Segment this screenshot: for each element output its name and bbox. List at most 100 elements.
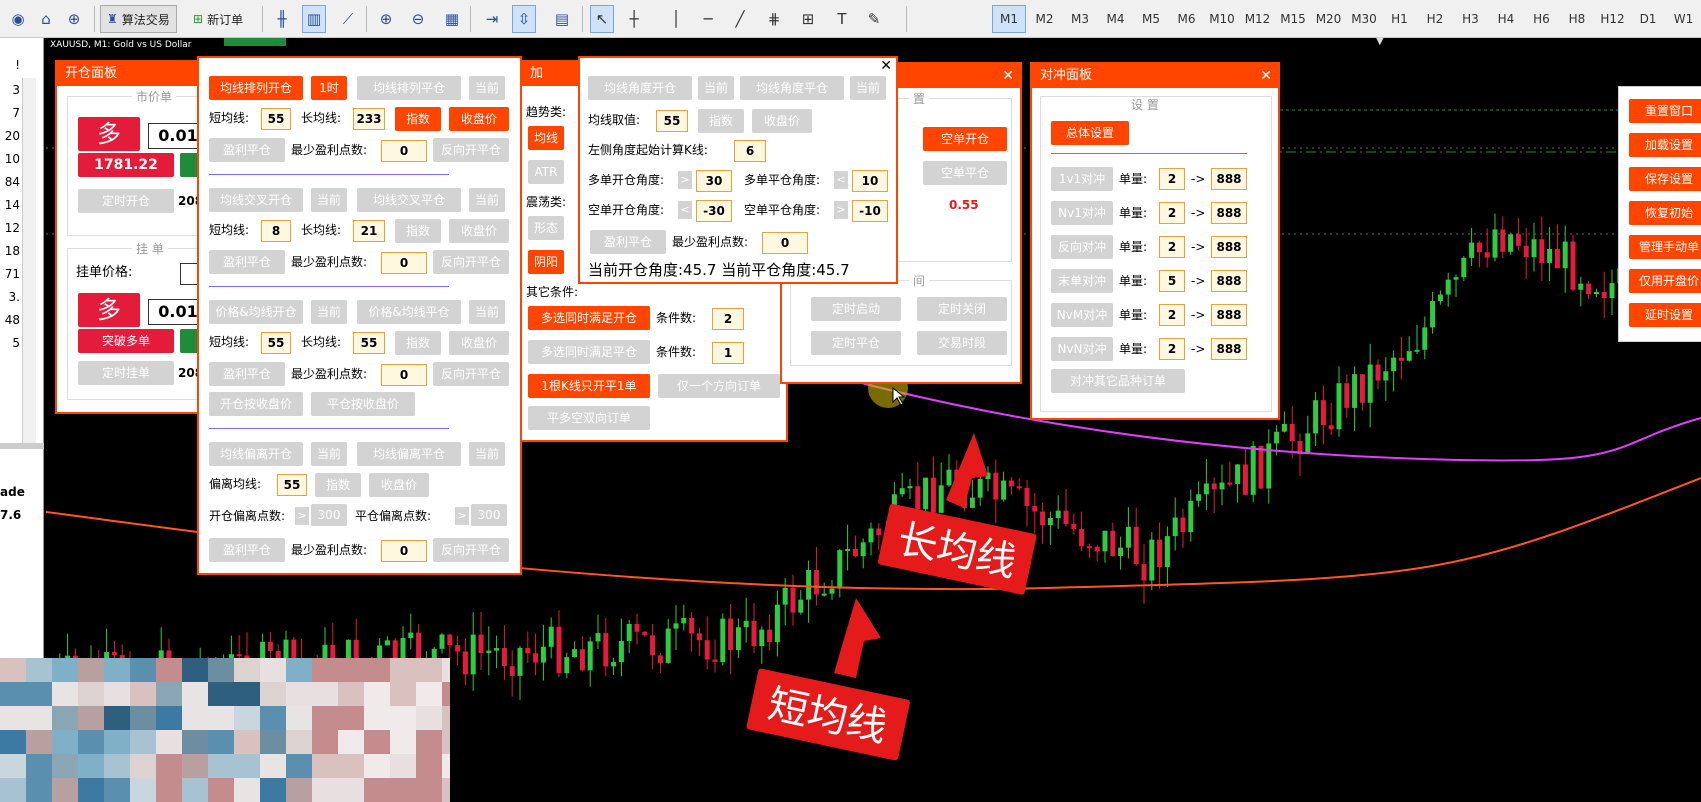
timeframe-m30[interactable]: M30 [1347, 5, 1381, 33]
profit-close-button[interactable]: 盈利平仓 [209, 362, 285, 386]
market-watch-item[interactable]: 12 [0, 221, 22, 242]
close-icon[interactable]: ✕ [1260, 64, 1272, 88]
hedge-type-button[interactable]: NvM对冲 [1051, 303, 1113, 327]
atr-filter-button[interactable]: ATR [528, 160, 564, 184]
ma-method-button[interactable]: 指数 [698, 109, 744, 133]
timeframe-m15[interactable]: M15 [1276, 5, 1310, 33]
long-open-angle-input[interactable]: 30 [696, 170, 732, 192]
price-ma-close-button[interactable]: 价格&均线平仓 [357, 300, 461, 324]
long-ma-input[interactable]: 21 [353, 220, 385, 242]
right-tool-button[interactable]: 加载设置 [1629, 133, 1701, 157]
market-watch-item[interactable]: 3. [0, 290, 22, 311]
open-deviation-input[interactable]: 300 [311, 504, 347, 526]
hedge-lot-input[interactable]: 2 [1159, 168, 1185, 190]
timeframe-m3[interactable]: M3 [1063, 5, 1097, 33]
chart-shift-icon[interactable]: ⇥ [480, 5, 504, 33]
price-type-button[interactable]: 收盘价 [752, 109, 812, 133]
hedge-max-input[interactable]: 888 [1211, 168, 1247, 190]
hedge-lot-input[interactable]: 2 [1159, 236, 1185, 258]
market-watch-item[interactable]: 20 [0, 129, 22, 150]
one-bar-one-order-button[interactable]: 1根K线只开平1单 [528, 374, 650, 398]
price-type-button[interactable]: 收盘价 [449, 219, 509, 243]
long-close-angle-input[interactable]: 10 [852, 170, 888, 192]
close-deviation-input[interactable]: 300 [471, 504, 507, 526]
market-watch-item[interactable]: ! [0, 58, 22, 79]
timeframe-m10[interactable]: M10 [1205, 5, 1239, 33]
short-ma-input[interactable]: 8 [261, 220, 291, 242]
hedge-max-input[interactable]: 888 [1211, 202, 1247, 224]
market-watch-item[interactable]: 7.6 [0, 508, 22, 529]
right-tool-button[interactable]: 仅用开盘价 [1629, 269, 1701, 293]
hedge-lot-input[interactable]: 2 [1159, 304, 1185, 326]
zoom-out-icon[interactable]: ⊖ [406, 5, 430, 33]
market-watch-item[interactable]: 3 [0, 83, 22, 104]
ma-cross-close-button[interactable]: 均线交叉平仓 [357, 188, 461, 212]
multi-select-open-button[interactable]: 多选同时满足开仓 [528, 306, 650, 330]
market-watch-item[interactable]: 48 [0, 313, 22, 334]
timed-start-button[interactable]: 定时启动 [811, 297, 901, 321]
hedge-lot-input[interactable]: 2 [1159, 338, 1185, 360]
decrement-icon[interactable]: > [678, 171, 692, 189]
overall-settings-button[interactable]: 总体设置 [1051, 121, 1129, 145]
min-profit-input[interactable]: 0 [381, 252, 427, 274]
timeframe-h8[interactable]: H8 [1560, 5, 1594, 33]
right-tool-button[interactable]: 保存设置 [1629, 167, 1701, 191]
profit-close-button[interactable]: 盈利平仓 [590, 230, 666, 254]
ma-method-button[interactable]: 指数 [395, 331, 441, 355]
current-button[interactable]: 当前 [850, 76, 886, 100]
market-watch-item[interactable]: 14 [0, 198, 22, 219]
short-close-button[interactable]: 空单平仓 [923, 161, 1007, 185]
ma-align-open-button[interactable]: 均线排列开仓 [209, 76, 303, 100]
text-icon[interactable]: T [830, 5, 854, 33]
reverse-button[interactable]: 反向开平仓 [433, 538, 509, 562]
candlestick-icon[interactable]: ▥ [302, 5, 326, 33]
timeframe-m20[interactable]: M20 [1312, 5, 1346, 33]
market-watch-item[interactable]: 18 [0, 244, 22, 265]
market-watch-item[interactable]: 71 [0, 267, 22, 288]
decrement-icon[interactable]: > [455, 507, 469, 525]
chart-icon[interactable]: ◉ [6, 5, 30, 33]
angle-close-button[interactable]: 均线角度平仓 [740, 76, 844, 100]
timeframe-m4[interactable]: M4 [1099, 5, 1133, 33]
price-type-button[interactable]: 收盘价 [449, 107, 509, 131]
shapes-icon[interactable]: ✎ [862, 5, 886, 33]
hedge-type-button[interactable]: 1v1对冲 [1051, 167, 1113, 191]
open-condition-count-input[interactable]: 2 [712, 308, 744, 330]
profit-close-button[interactable]: 盈利平仓 [209, 138, 285, 162]
market-watch-item[interactable]: 84 [0, 175, 22, 196]
hedge-type-button[interactable]: 反向对冲 [1051, 235, 1113, 259]
hedge-type-button[interactable]: Nv1对冲 [1051, 201, 1113, 225]
timed-stop-button[interactable]: 定时关闭 [917, 297, 1007, 321]
pending-buy-button[interactable]: 多 [78, 293, 140, 327]
current-button[interactable]: 当前 [698, 76, 734, 100]
tile-windows-icon[interactable]: ▦ [440, 5, 464, 33]
current-button[interactable]: 当前 [469, 76, 505, 100]
ma-filter-button[interactable]: 均线 [528, 126, 564, 150]
price-type-button[interactable]: 收盘价 [369, 473, 429, 497]
min-profit-input[interactable]: 0 [381, 140, 427, 162]
ma-align-close-button[interactable]: 均线排列平仓 [357, 76, 461, 100]
timeframe-m5[interactable]: M5 [1134, 5, 1168, 33]
hedge-max-input[interactable]: 888 [1211, 270, 1247, 292]
close-condition-count-input[interactable]: 1 [712, 342, 744, 364]
increment-icon[interactable]: < [834, 171, 848, 189]
yinyang-filter-button[interactable]: 阴阳 [528, 250, 564, 274]
market-watch-item[interactable]: ade [0, 485, 25, 506]
timeframe-h1[interactable]: H1 [1383, 5, 1417, 33]
hedge-max-input[interactable]: 888 [1211, 304, 1247, 326]
right-tool-button[interactable]: 恢复初始 [1629, 201, 1701, 225]
profiles-icon[interactable]: ⌂ [34, 5, 58, 33]
vertical-line-icon[interactable]: │ [664, 5, 688, 33]
min-profit-input[interactable]: 0 [381, 540, 427, 562]
zoom-in-icon[interactable]: ⊕ [374, 5, 398, 33]
deviation-ma-input[interactable]: 55 [277, 474, 307, 496]
min-profit-input[interactable]: 0 [762, 232, 808, 254]
ma-method-button[interactable]: 指数 [315, 473, 361, 497]
close-icon[interactable]: ✕ [1002, 64, 1014, 88]
crosshair-icon[interactable]: ┼ [622, 5, 646, 33]
timed-close-button[interactable]: 定时平仓 [811, 331, 901, 355]
timeframe-d1[interactable]: D1 [1631, 5, 1665, 33]
short-open-angle-input[interactable]: -30 [696, 200, 732, 222]
price-ma-open-button[interactable]: 价格&均线开仓 [209, 300, 303, 324]
autoscroll-icon[interactable]: ⇳ [512, 5, 536, 33]
